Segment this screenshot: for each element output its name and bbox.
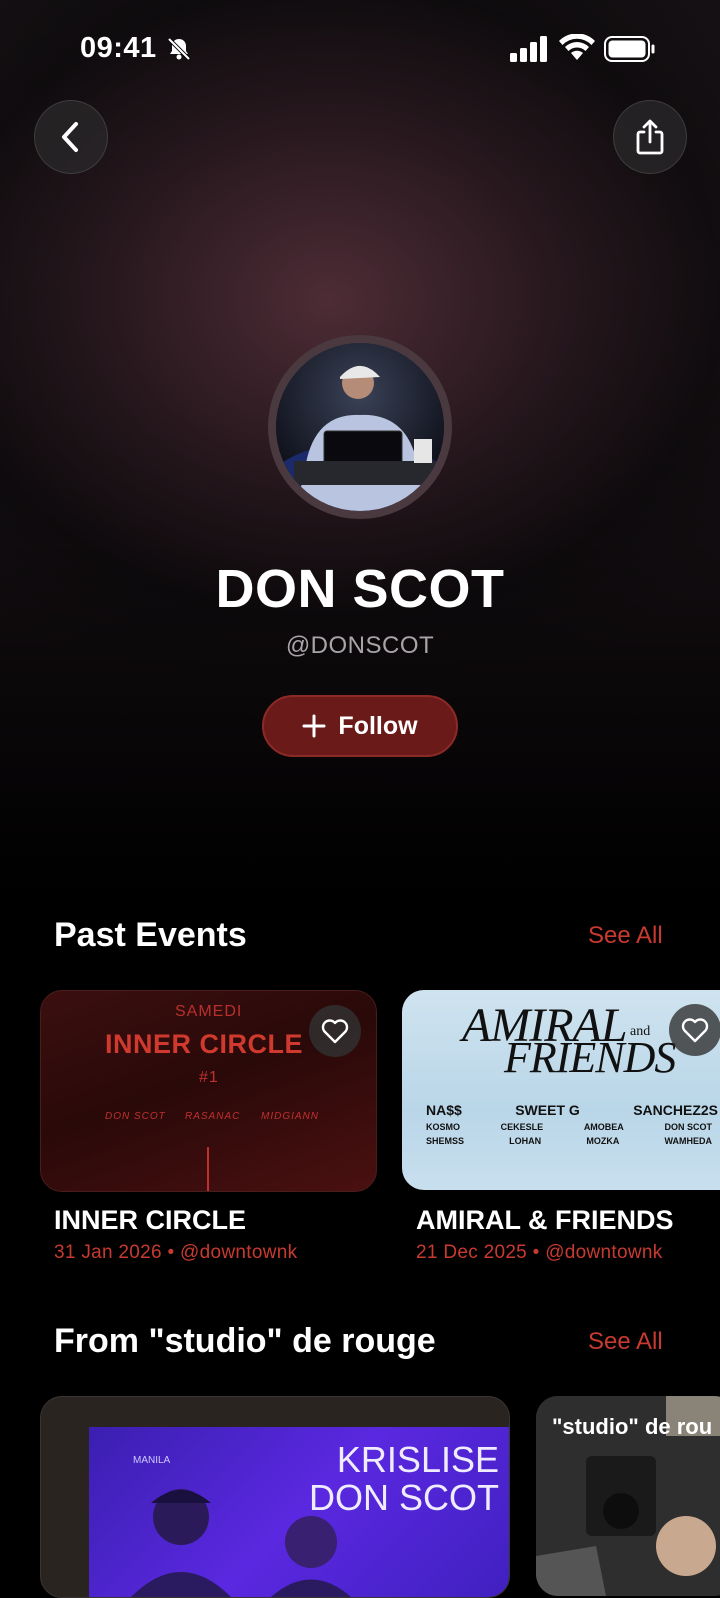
chevron-left-icon <box>62 122 78 152</box>
share-icon <box>636 119 664 155</box>
past-events-title: Past Events <box>54 916 247 954</box>
poster-lineup-row2: KOSMO CEKESLE AMOBEA DON SCOT <box>426 1122 712 1132</box>
event-date: 31 Jan 2026 <box>54 1242 162 1263</box>
poster-artist: SWEET G <box>515 1102 580 1118</box>
past-events-see-all[interactable]: See All <box>588 922 663 950</box>
poster-line <box>207 1147 209 1191</box>
studio-card-line2: DON SCOT <box>308 1477 499 1518</box>
poster-lineup-1: DON SCOT <box>105 1111 166 1122</box>
poster-artist: MOZKA <box>586 1136 620 1146</box>
meta-separator: • <box>167 1242 175 1263</box>
poster-lineup-2: RASANAC <box>185 1111 241 1122</box>
meta-separator: • <box>532 1242 540 1263</box>
share-button[interactable] <box>613 100 687 174</box>
wifi-icon <box>559 34 595 60</box>
event-card-amiral-friends[interactable]: AMIRAL and FRIENDS NA$$ SWEET G SANCHEZ2… <box>402 990 720 1190</box>
poster-artist: WAMHEDA <box>664 1136 712 1146</box>
studio-card-line1: KRISLISE <box>336 1439 499 1480</box>
poster-artist: SHEMSS <box>426 1136 465 1146</box>
status-bar: 09:41 <box>0 0 720 96</box>
event-meta: 21 Dec 2025 • @downtownk <box>416 1242 663 1264</box>
follow-button[interactable]: Follow <box>262 695 458 757</box>
heart-icon <box>321 1019 349 1044</box>
poster-day: SAMEDI <box>175 1003 243 1020</box>
cap-text: MANILA <box>133 1455 171 1466</box>
poster-line2: FRIENDS <box>504 1033 676 1082</box>
poster-artist: SANCHEZ2S <box>633 1102 718 1118</box>
event-title[interactable]: AMIRAL & FRIENDS <box>416 1205 674 1236</box>
studio-see-all[interactable]: See All <box>588 1328 663 1356</box>
battery-icon <box>604 36 655 62</box>
cellular-signal-icon <box>510 36 547 62</box>
poster-lineup-3: MIDGIANN <box>261 1111 319 1122</box>
avatar[interactable] <box>276 343 444 511</box>
follow-label: Follow <box>338 711 418 740</box>
status-time: 09:41 <box>80 32 157 64</box>
event-title[interactable]: INNER CIRCLE <box>54 1205 246 1236</box>
poster-lineup-row1: NA$$ SWEET G SANCHEZ2S <box>426 1102 718 1118</box>
poster-title: INNER CIRCLE <box>105 1029 304 1059</box>
poster-number: #1 <box>199 1069 219 1086</box>
poster-artist: AMOBEA <box>583 1122 624 1132</box>
poster-artist: NA$$ <box>426 1102 462 1118</box>
plus-icon <box>302 714 326 738</box>
poster-artist: KOSMO <box>426 1122 461 1132</box>
event-venue[interactable]: @downtownk <box>180 1242 297 1263</box>
studio-card-label: "studio" de rou <box>552 1414 713 1439</box>
studio-section-title: From "studio" de rouge <box>54 1322 436 1360</box>
artist-name: DON SCOT <box>215 559 505 619</box>
heart-icon <box>681 1018 709 1043</box>
event-date: 21 Dec 2025 <box>416 1242 528 1263</box>
event-venue[interactable]: @downtownk <box>545 1242 662 1263</box>
event-meta: 31 Jan 2026 • @downtownk <box>54 1242 297 1264</box>
poster-artist: DON SCOT <box>664 1122 712 1132</box>
event-card-inner-circle[interactable]: SAMEDI INNER CIRCLE #1 DON SCOT RASANAC … <box>40 990 377 1192</box>
studio-card-krislise[interactable]: MANILA KRISLISE DON SCOT <box>40 1396 510 1598</box>
avatar-ring <box>268 335 452 519</box>
dj-photo-icon <box>276 343 444 511</box>
artist-handle: @DONSCOT <box>285 632 435 659</box>
favorite-button[interactable] <box>309 1005 361 1057</box>
poster-artist: CEKESLE <box>500 1122 544 1132</box>
studio-card-studio[interactable]: "studio" de rou <box>536 1396 720 1596</box>
studio-card-text: KRISLISE DON SCOT <box>309 1441 499 1517</box>
back-button[interactable] <box>34 100 108 174</box>
poster-artist: LOHAN <box>509 1136 542 1146</box>
poster-lineup-row3: SHEMSS LOHAN MOZKA WAMHEDA <box>426 1136 712 1146</box>
silent-bell-icon <box>167 37 191 61</box>
favorite-button[interactable] <box>669 1004 720 1056</box>
